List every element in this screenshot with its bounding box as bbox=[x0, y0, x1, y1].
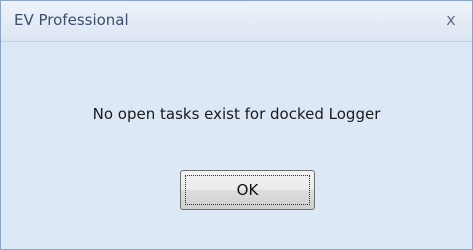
dialog-body: No open tasks exist for docked Logger OK bbox=[1, 42, 472, 249]
close-icon[interactable]: x bbox=[440, 9, 462, 31]
title-bar[interactable]: EV Professional x bbox=[1, 1, 472, 42]
window-title: EV Professional bbox=[14, 11, 129, 29]
ok-button[interactable]: OK bbox=[180, 170, 315, 210]
message-dialog: EV Professional x No open tasks exist fo… bbox=[0, 0, 473, 250]
dialog-message: No open tasks exist for docked Logger bbox=[92, 105, 381, 123]
ok-button-label: OK bbox=[236, 181, 259, 199]
